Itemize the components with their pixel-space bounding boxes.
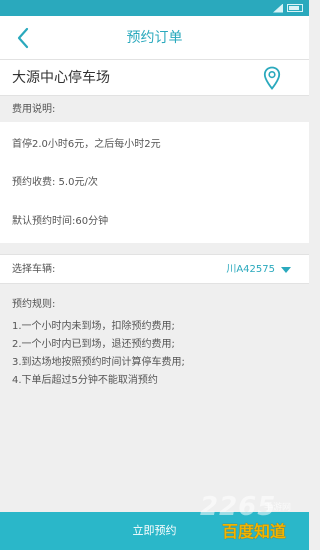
watermark-site-tag: 手游网 [264, 503, 292, 513]
signal-icon [273, 3, 283, 13]
parking-lot-name: 大源中心停车场 [12, 70, 110, 86]
fee-line-2: 预约收费: 5.0元/次 [12, 177, 98, 188]
page-title: 预约订单 [126, 30, 183, 46]
rule-item: 2.一个小时内已到场，退还预约费用; [12, 339, 175, 350]
battery-icon [287, 4, 303, 12]
vehicle-row: 选择车辆: 川A42575 [0, 254, 309, 284]
watermark-baidu: 百度知道 [222, 522, 287, 541]
status-bar [0, 0, 309, 16]
status-icons [273, 2, 303, 14]
fee-line-3: 默认预约时间:60分钟 [12, 216, 109, 227]
vehicle-select[interactable]: 川A42575 [226, 255, 291, 285]
caret-down-icon [281, 267, 291, 273]
rules-title: 预约规则: [12, 299, 56, 310]
fee-details: 首停2.0小时6元，之后每小时2元 预约收费: 5.0元/次 默认预约时间:60… [0, 122, 309, 243]
rule-item: 4.下单后超过5分钟不能取消预约 [12, 375, 158, 386]
app-header: 预约订单 [0, 16, 309, 60]
chevron-left-icon [17, 27, 29, 49]
parking-lot-row: 大源中心停车场 [0, 60, 309, 96]
back-button[interactable] [8, 22, 38, 54]
rule-item: 3.到达场地按照预约时间计算停车费用; [12, 357, 185, 368]
map-pin-icon[interactable] [263, 66, 281, 90]
rule-item: 1.一个小时内未到场，扣除预约费用; [12, 321, 175, 332]
fee-line-1: 首停2.0小时6元，之后每小时2元 [12, 139, 161, 150]
fee-section-title: 费用说明: [0, 99, 309, 121]
vehicle-label: 选择车辆: [12, 264, 56, 275]
selected-plate: 川A42575 [226, 264, 275, 275]
